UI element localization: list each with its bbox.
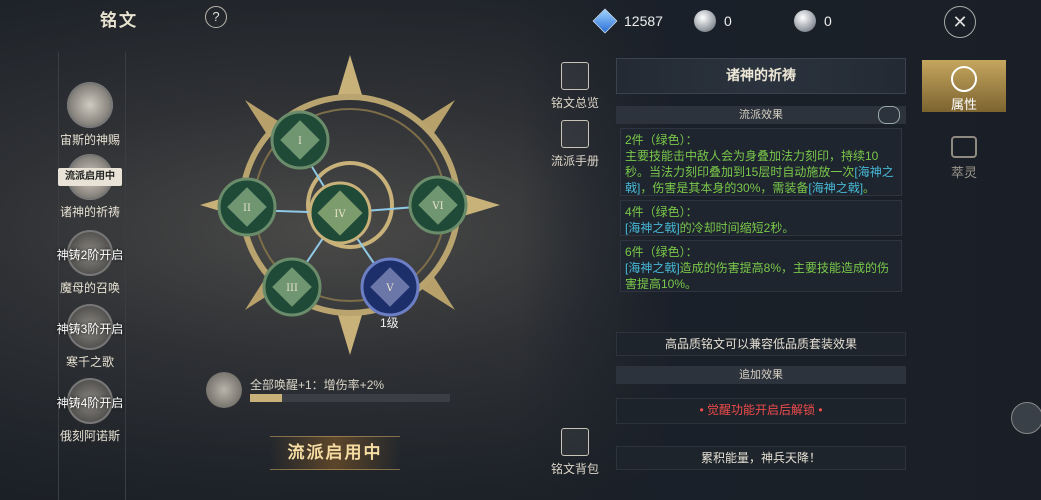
- currency-diamond: 12587: [592, 8, 663, 34]
- compat-note: 高品质铭文可以兼容低品质套装效果: [616, 332, 906, 356]
- currency-value: 0: [824, 13, 832, 29]
- sidebar-item-oceanus[interactable]: 神铸4阶开启 俄刻阿诺斯: [50, 378, 130, 444]
- set-4-head: 4件（绿色）：: [625, 205, 698, 219]
- currency-value: 12587: [624, 13, 663, 29]
- rune-node-5[interactable]: V: [360, 257, 420, 317]
- currency-silver-2: 0: [794, 10, 832, 32]
- currency-silver-1: 0: [694, 10, 732, 32]
- svg-text:V: V: [385, 283, 394, 294]
- set-2-head: 2件（绿色）：: [625, 133, 698, 147]
- tab-attribute-label: 属性: [950, 98, 977, 113]
- bonus-text: 全部唤醒+1：增伤率+2%: [250, 378, 385, 392]
- bag-label: 铭文背包: [550, 462, 599, 476]
- set-4-box: 4件（绿色）： [海神之戟]的冷却时间缩短2秒。: [620, 200, 902, 236]
- rune-node-3[interactable]: III: [262, 257, 322, 317]
- overview-label: 铭文总览: [550, 96, 599, 110]
- sidebar-item-label: 魔母的召唤: [59, 281, 120, 295]
- extra-effect-header: 追加效果: [616, 366, 906, 384]
- active-tag: 流派启用中: [58, 168, 122, 186]
- close-button[interactable]: ✕: [944, 6, 976, 38]
- help-button[interactable]: ?: [205, 6, 227, 28]
- sidebar-item-label: 宙斯的神赐: [59, 133, 120, 147]
- sidebar-item-prayer[interactable]: 流派启用中 诸神的祈祷: [50, 154, 130, 220]
- bag-icon: [561, 428, 589, 456]
- medal-icon: [67, 82, 113, 128]
- page-title: 铭文: [100, 11, 138, 31]
- rune-node-6[interactable]: VI: [408, 175, 468, 235]
- lock-text: 神铸3阶开启: [56, 322, 124, 336]
- book-icon: [561, 62, 589, 90]
- soul-icon: [951, 136, 977, 158]
- svg-text:IV: IV: [334, 209, 346, 220]
- school-effect-header: 流派效果: [616, 106, 906, 124]
- currency-value: 0: [724, 13, 732, 29]
- sidebar-item-zeus[interactable]: 宙斯的神赐: [50, 82, 130, 148]
- rune-node-1[interactable]: I: [270, 110, 330, 170]
- grid-menu-button[interactable]: [1011, 402, 1041, 434]
- sidebar-item-mother[interactable]: 神铸2阶开启 魔母的召唤: [50, 230, 130, 296]
- silver-coin-icon: [794, 10, 816, 32]
- sidebar-item-label: 俄刻阿诺斯: [59, 429, 120, 443]
- manual-label: 流派手册: [550, 154, 599, 168]
- set-6-head: 6件（绿色）：: [625, 245, 698, 259]
- rune-node-4[interactable]: IV: [308, 181, 372, 245]
- set-2-desc: 主要技能击中敌人会为身叠加法力刻印，持续10秒。当法力刻印叠加到15层时自动施放…: [625, 149, 894, 195]
- sidebar-item-label: 寒千之歌: [65, 355, 114, 369]
- svg-text:III: III: [286, 283, 298, 294]
- school-active-button[interactable]: 流派启用中: [270, 436, 400, 470]
- eye-icon[interactable]: [878, 106, 900, 124]
- manual-button[interactable]: 流派手册: [545, 120, 605, 169]
- lock-text: 神铸4阶开启: [56, 396, 124, 410]
- footer-note: 累积能量，神兵天降！: [616, 446, 906, 470]
- inscription-emblem: I II IV VI III V: [200, 55, 500, 355]
- bag-button[interactable]: 铭文背包: [545, 428, 605, 477]
- helmet-icon: [206, 372, 242, 408]
- diamond-icon: [592, 8, 618, 34]
- document-icon: [561, 120, 589, 148]
- sidebar-item-label: 诸神的祈祷: [59, 205, 120, 219]
- set-6-box: 6件（绿色）： [海神之戟]造成的伤害提高8%，主要技能造成的伤害提高10%。: [620, 240, 902, 292]
- set-6-desc: [海神之戟]造成的伤害提高8%，主要技能造成的伤害提高10%。: [625, 261, 890, 291]
- bonus-progress: [250, 394, 450, 402]
- svg-text:I: I: [298, 136, 302, 147]
- tab-soul[interactable]: 萃灵: [922, 136, 1006, 181]
- sidebar-item-song[interactable]: 神铸3阶开启 寒千之歌: [50, 304, 130, 370]
- svg-text:II: II: [243, 203, 251, 214]
- svg-text:VI: VI: [431, 201, 443, 212]
- detail-panel: 诸神的祈祷: [616, 58, 906, 94]
- overview-button[interactable]: 铭文总览: [545, 62, 605, 111]
- silver-coin-icon: [694, 10, 716, 32]
- attribute-icon: [951, 66, 977, 92]
- tab-soul-label: 萃灵: [950, 166, 977, 181]
- set-4-desc: [海神之戟]的冷却时间缩短2秒。: [625, 221, 795, 235]
- extra-locked: • 觉醒功能开启后解锁 •: [616, 398, 906, 424]
- school-effect-label: 流派效果: [739, 109, 783, 121]
- tab-attribute[interactable]: 属性: [922, 60, 1006, 113]
- bonus-progress-fill: [250, 394, 282, 402]
- set-2-box: 2件（绿色）： 主要技能击中敌人会为身叠加法力刻印，持续10秒。当法力刻印叠加到…: [620, 128, 902, 196]
- node-level: 1级: [380, 316, 399, 330]
- panel-title: 诸神的祈祷: [616, 58, 906, 94]
- rune-node-2[interactable]: II: [217, 177, 277, 237]
- lock-text: 神铸2阶开启: [56, 248, 124, 262]
- close-icon: ✕: [952, 12, 968, 32]
